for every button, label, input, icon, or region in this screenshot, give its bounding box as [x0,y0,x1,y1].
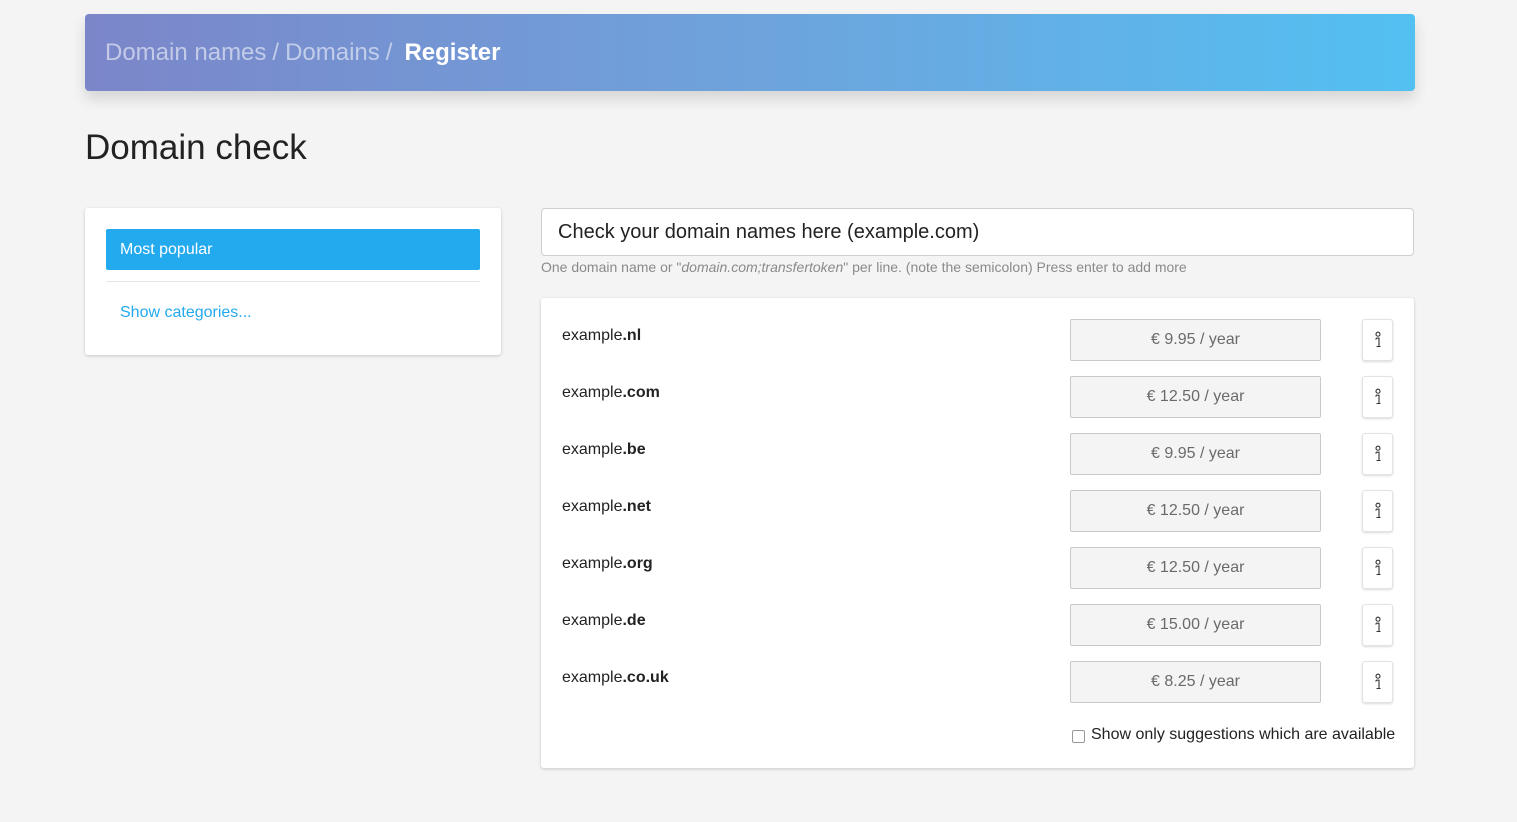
domain-label: example [562,441,623,458]
domain-row: example.com € 12.50 / year [541,376,1414,418]
domain-results-panel: example.nl € 9.95 / year example.com € 1… [541,298,1414,768]
info-icon [1374,445,1381,462]
domain-tld: .nl [622,327,642,344]
domain-label: example [562,384,623,401]
domain-tld: .be [622,441,646,458]
info-button[interactable] [1362,604,1393,646]
domain-row: example.org € 12.50 / year [541,547,1414,589]
help-suffix: " per line. (note the semicolon) Press e… [843,259,1187,275]
domain-name: example.nl [562,327,641,345]
domain-name: example.com [562,384,660,402]
page-title: Domain check [85,128,307,167]
available-only-label: Show only suggestions which are availabl… [1091,726,1396,743]
info-icon [1374,673,1381,690]
info-icon [1374,559,1381,576]
search-help-text: One domain name or "domain.com;transfert… [541,259,1187,275]
info-icon [1374,331,1381,348]
price-button[interactable]: € 12.50 / year [1070,547,1321,589]
domain-row: example.de € 15.00 / year [541,604,1414,646]
category-sidebar: Most popular Show categories... [85,208,501,355]
domain-label: example [562,612,623,629]
available-only-checkbox[interactable] [1072,729,1085,743]
sidebar-divider [106,281,480,282]
help-example: domain.com;transfertoken [681,259,844,275]
domain-row: example.nl € 9.95 / year [541,319,1414,361]
info-button[interactable] [1362,661,1393,703]
domain-row: example.be € 9.95 / year [541,433,1414,475]
domain-name: example.be [562,441,646,459]
domain-row: example.co.uk € 8.25 / year [541,661,1414,703]
breadcrumb-separator: / [385,38,393,66]
breadcrumb-separator: / [272,38,280,66]
domain-row: example.net € 12.50 / year [541,490,1414,532]
breadcrumb-item-domains[interactable]: Domains [285,39,380,67]
breadcrumb-current: Register [404,38,501,66]
domain-tld: .de [622,612,646,629]
info-button[interactable] [1362,376,1393,418]
domain-tld: .com [622,384,660,401]
domain-label: example [562,555,623,572]
show-categories-link[interactable]: Show categories... [120,304,252,322]
info-icon [1374,616,1381,633]
domain-label: example [562,669,623,686]
domain-name: example.co.uk [562,669,669,687]
available-only-filter[interactable]: Show only suggestions which are availabl… [1072,726,1395,744]
domain-name: example.org [562,555,653,573]
price-button[interactable]: € 8.25 / year [1070,661,1321,703]
domain-name: example.net [562,498,651,516]
info-icon [1374,388,1381,405]
info-button[interactable] [1362,490,1393,532]
info-button[interactable] [1362,547,1393,589]
info-icon [1374,502,1381,519]
info-button[interactable] [1362,433,1393,475]
sidebar-item-most-popular[interactable]: Most popular [106,229,480,270]
domain-search-input[interactable] [541,208,1414,256]
domain-name: example.de [562,612,646,630]
domain-label: example [562,498,623,515]
price-button[interactable]: € 12.50 / year [1070,490,1321,532]
domain-tld: .co.uk [622,669,669,686]
price-button[interactable]: € 9.95 / year [1070,433,1321,475]
breadcrumb-header: Domain names / Domains / Register [85,14,1415,91]
help-prefix: One domain name or " [541,259,682,275]
domain-tld: .net [622,498,651,515]
price-button[interactable]: € 12.50 / year [1070,376,1321,418]
breadcrumb-item-domain-names[interactable]: Domain names [105,39,266,67]
domain-tld: .org [622,555,653,572]
price-button[interactable]: € 15.00 / year [1070,604,1321,646]
price-button[interactable]: € 9.95 / year [1070,319,1321,361]
domain-label: example [562,327,623,344]
info-button[interactable] [1362,319,1393,361]
